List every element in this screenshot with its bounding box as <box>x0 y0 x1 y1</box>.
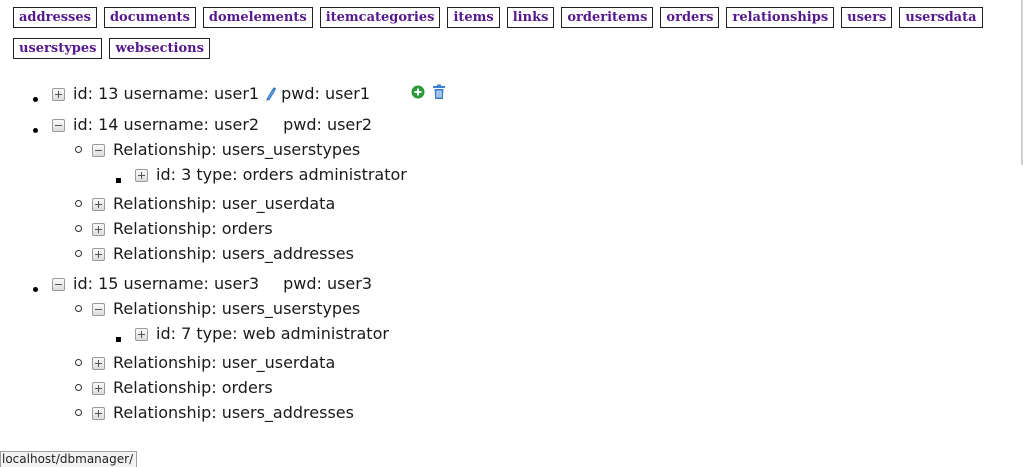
expand-toggle[interactable] <box>92 356 105 370</box>
relationship-row: Relationship: users_userstypes <box>92 140 360 160</box>
nav-link-orders[interactable]: orders <box>660 7 720 28</box>
relationship-label: Relationship: users_addresses <box>113 403 354 422</box>
nav-link-usersdata[interactable]: usersdata <box>899 7 983 28</box>
user-record-text: id: 14 username: user2 <box>73 115 260 134</box>
nav-link-items[interactable]: items <box>447 7 500 28</box>
user-record-text: id: 15 username: user3 <box>73 274 260 293</box>
collapse-toggle[interactable] <box>52 118 65 132</box>
relationship-label: Relationship: orders <box>113 378 273 397</box>
list-bullet <box>75 384 82 391</box>
list-bullet <box>75 200 82 207</box>
user-row: id: 14 username: user2 pwd: user2 <box>52 115 372 135</box>
relationship-label: Relationship: users_addresses <box>113 244 354 263</box>
related-record-text: id: 3 type: orders administrator <box>156 165 407 184</box>
nav-link-addresses[interactable]: addresses <box>13 7 97 28</box>
expand-toggle[interactable] <box>135 327 148 341</box>
status-bar-url: localhost/dbmanager/ <box>0 451 138 467</box>
relationship-row: Relationship: orders <box>92 378 273 398</box>
expand-toggle[interactable] <box>92 406 105 420</box>
pencil-icon[interactable] <box>264 86 277 102</box>
list-bullet <box>75 250 82 257</box>
related-record-row: id: 3 type: orders administrator <box>135 165 407 185</box>
nav-link-userstypes[interactable]: userstypes <box>13 38 103 59</box>
relationship-label: Relationship: users_userstypes <box>113 140 361 159</box>
relationship-row: Relationship: orders <box>92 219 273 239</box>
expand-toggle[interactable] <box>92 197 105 211</box>
expand-toggle[interactable] <box>92 247 105 261</box>
nav-link-relationships[interactable]: relationships <box>726 7 835 28</box>
list-bullet <box>75 305 82 312</box>
expand-toggle[interactable] <box>135 168 148 182</box>
relationship-row: Relationship: users_addresses <box>92 244 354 264</box>
collapse-toggle[interactable] <box>92 302 105 316</box>
collapse-toggle[interactable] <box>52 277 65 291</box>
expand-toggle[interactable] <box>92 222 105 236</box>
list-bullet <box>116 178 121 183</box>
collapse-toggle[interactable] <box>92 143 105 157</box>
nav-link-orderitems[interactable]: orderitems <box>561 7 654 28</box>
list-bullet <box>75 146 82 153</box>
list-bullet <box>33 287 38 292</box>
user-password-text: pwd: user2 <box>283 115 373 134</box>
trash-icon[interactable] <box>432 84 446 100</box>
relationship-label: Relationship: user_userdata <box>113 353 336 372</box>
list-bullet <box>75 359 82 366</box>
related-record-text: id: 7 type: web administrator <box>156 324 389 343</box>
user-password-text: pwd: user1 <box>281 84 371 103</box>
list-bullet <box>116 337 121 342</box>
relationship-row: Relationship: user_userdata <box>92 353 335 373</box>
plus-circle-icon[interactable] <box>411 85 425 99</box>
user-record-text: id: 13 username: user1 <box>73 84 260 103</box>
list-bullet <box>75 409 82 416</box>
expand-toggle[interactable] <box>52 87 65 101</box>
nav-link-users[interactable]: users <box>841 7 893 28</box>
relationship-label: Relationship: orders <box>113 219 273 238</box>
nav-link-documents[interactable]: documents <box>103 7 196 28</box>
user-row: id: 15 username: user3 pwd: user3 <box>52 274 372 294</box>
relationship-label: Relationship: users_userstypes <box>113 299 361 318</box>
list-bullet <box>33 128 38 133</box>
table-nav-row-1: addresses documents domelements itemcate… <box>13 7 1013 28</box>
table-nav: addresses documents domelements itemcate… <box>13 7 1013 69</box>
relationship-row: Relationship: users_addresses <box>92 403 354 423</box>
list-bullet <box>75 225 82 232</box>
user-row: id: 13 username: user1 pwd: user1 <box>52 84 370 104</box>
relationship-row: Relationship: user_userdata <box>92 194 335 214</box>
nav-link-domelements[interactable]: domelements <box>202 7 313 28</box>
expand-toggle[interactable] <box>92 381 105 395</box>
related-record-row: id: 7 type: web administrator <box>135 324 389 344</box>
nav-link-websections[interactable]: websections <box>109 38 210 59</box>
list-bullet <box>33 97 38 102</box>
nav-link-links[interactable]: links <box>506 7 555 28</box>
nav-link-itemcategories[interactable]: itemcategories <box>319 7 441 28</box>
relationship-label: Relationship: user_userdata <box>113 194 336 213</box>
table-nav-row-2: userstypes websections <box>13 38 1013 59</box>
relationship-row: Relationship: users_userstypes <box>92 299 360 319</box>
user-password-text: pwd: user3 <box>283 274 373 293</box>
